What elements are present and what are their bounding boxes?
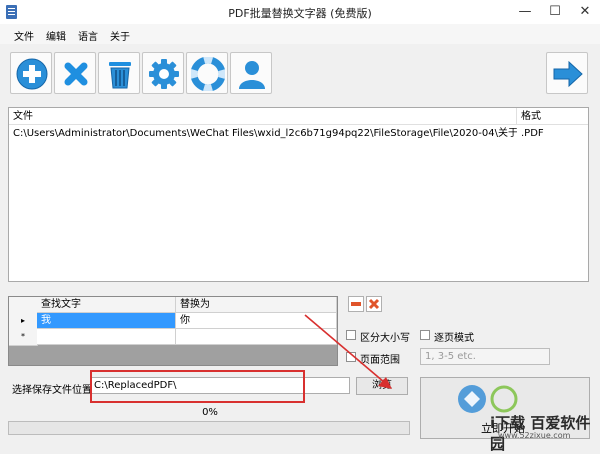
format-column-header[interactable]: 格式 [517, 108, 588, 125]
close-button[interactable]: ✕ [570, 0, 600, 24]
grid-corner [9, 297, 38, 314]
new-row-marker[interactable]: * [9, 329, 38, 346]
clear-list-button[interactable] [98, 52, 140, 94]
help-button[interactable] [186, 52, 228, 94]
progress-text: 0% [202, 407, 218, 418]
save-location-label: 选择保存文件位置 [12, 385, 92, 396]
file-path-cell[interactable]: C:\Users\Administrator\Documents\WeChat … [9, 126, 517, 141]
menu-about[interactable]: 关于 [110, 28, 130, 43]
page-mode-label: 逐页模式 [434, 333, 474, 344]
arrow-right-icon [553, 60, 583, 88]
add-file-button[interactable] [10, 52, 52, 94]
find-cell[interactable]: 我 [37, 313, 176, 329]
replace-grid[interactable]: 查找文字 替换为 ▸ 我 你 * [8, 296, 338, 366]
add-icon [16, 58, 48, 90]
page-mode-checkbox[interactable] [420, 330, 430, 340]
file-column-header[interactable]: 文件 [9, 108, 517, 125]
user-button[interactable] [230, 52, 272, 94]
menu-edit[interactable]: 编辑 [46, 28, 66, 43]
help-lifebuoy-icon [191, 57, 225, 91]
annotation-highlight-box [90, 370, 305, 403]
page-range-input[interactable]: 1, 3-5 etc. [420, 348, 550, 365]
remove-file-button[interactable] [54, 52, 96, 94]
find-column-header[interactable]: 查找文字 [37, 297, 176, 313]
watermark-url: www.52zixue.com [498, 431, 571, 440]
file-list[interactable]: 文件 格式 C:\Users\Administrator\Documents\W… [8, 107, 589, 282]
watermark-logo [458, 385, 518, 413]
menu-language[interactable]: 语言 [78, 28, 98, 43]
annotation-arrow [304, 314, 392, 389]
settings-button[interactable] [142, 52, 184, 94]
progress-bar [8, 421, 410, 435]
maximize-button[interactable]: ☐ [540, 0, 570, 24]
delete-row-button[interactable] [348, 296, 364, 312]
x-icon [368, 298, 380, 310]
file-format-cell[interactable]: .PDF [517, 126, 588, 141]
menu-file[interactable]: 文件 [14, 28, 34, 43]
trash-icon [109, 62, 131, 89]
next-button[interactable] [546, 52, 588, 94]
row-marker[interactable]: ▸ [9, 313, 38, 330]
clear-rows-button[interactable] [366, 296, 382, 312]
find-cell-new[interactable] [37, 329, 176, 345]
title-bar: PDF批量替换文字器 (免费版) — ☐ ✕ [0, 0, 600, 25]
minimize-button[interactable]: — [510, 0, 540, 24]
settings-gear-icon [149, 59, 179, 89]
replace-column-header[interactable]: 替换为 [176, 297, 337, 313]
remove-icon [64, 62, 88, 86]
minus-icon [351, 302, 361, 306]
user-icon [239, 61, 265, 89]
